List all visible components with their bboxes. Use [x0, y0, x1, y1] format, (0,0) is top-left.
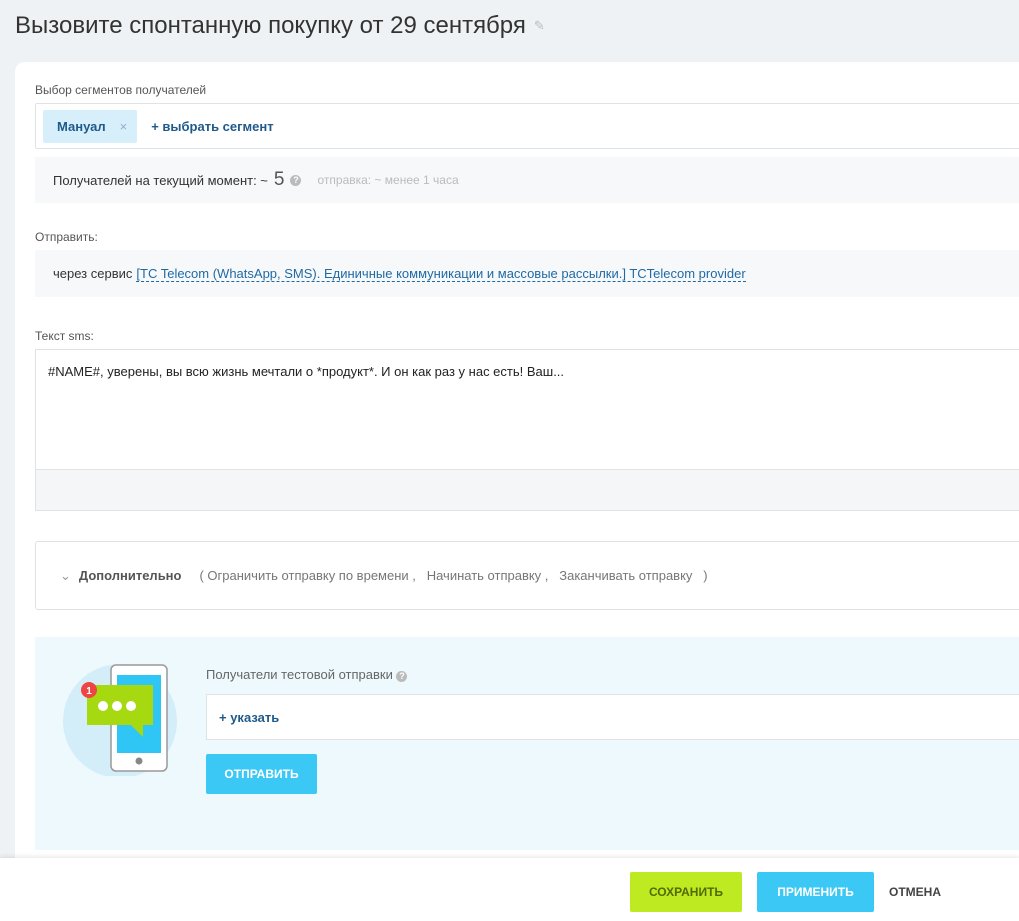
recipients-label: Получателей на текущий момент: ~	[53, 172, 268, 188]
form-card: Выбор сегментов получателей Мануал × + вы…	[15, 62, 1019, 862]
footer-bar: СОХРАНИТЬ ПРИМЕНИТЬ ОТМЕНА	[0, 858, 1019, 921]
sending-time: отправка: ~ менее 1 часа	[317, 173, 459, 187]
additional-section[interactable]: ⌄ Дополнительно ( Ограничить отправку по…	[35, 541, 1019, 610]
phone-message-icon: 1	[63, 664, 177, 776]
apply-button[interactable]: ПРИМЕНИТЬ	[757, 872, 874, 912]
test-send-panel: 1 Получатели тестовой отправки ? + указа…	[35, 637, 1019, 850]
remove-icon[interactable]: ×	[120, 119, 128, 134]
additional-options: ( Ограничить отправку по времени , Начин…	[199, 568, 708, 583]
service-bar: через сервис [TC Telecom (WhatsApp, SMS)…	[35, 250, 1019, 297]
help-icon[interactable]: ?	[290, 174, 302, 186]
test-recipients-field[interactable]: + указать	[206, 694, 1019, 740]
sms-editor-footer	[36, 470, 1019, 510]
recipients-bar: Получателей на текущий момент: ~ 5 ? отп…	[35, 157, 1019, 203]
add-segment-link[interactable]: + выбрать сегмент	[151, 119, 273, 134]
segments-label: Выбор сегментов получателей	[35, 83, 207, 97]
save-button[interactable]: СОХРАНИТЬ	[630, 872, 742, 912]
sms-label: Текст sms:	[35, 329, 94, 343]
additional-title: Дополнительно	[78, 568, 182, 583]
service-link[interactable]: [TC Telecom (WhatsApp, SMS). Единичные к…	[136, 266, 746, 282]
recipients-count: 5	[273, 169, 285, 190]
edit-pencil-icon[interactable]: ✎	[534, 18, 545, 34]
segments-field[interactable]: Мануал × + выбрать сегмент	[35, 103, 1019, 149]
notification-badge: 1	[86, 686, 92, 697]
chevron-down-icon: ⌄	[60, 567, 71, 583]
add-recipient-link[interactable]: + указать	[219, 710, 279, 725]
help-icon[interactable]: ?	[396, 671, 408, 682]
via-label: через сервис	[53, 266, 133, 281]
test-recipients-label: Получатели тестовой отправки ?	[206, 667, 408, 682]
title-text: Вызовите спонтанную покупку от 29 сентяб…	[15, 12, 526, 39]
page-title: Вызовите спонтанную покупку от 29 сентяб…	[15, 12, 545, 40]
send-test-button[interactable]: ОТПРАВИТЬ	[206, 754, 317, 794]
send-label: Отправить:	[35, 230, 98, 244]
segment-chip: Мануал ×	[43, 109, 138, 143]
sms-text[interactable]: #NAME#, уверены, вы всю жизнь мечтали о …	[36, 350, 1019, 470]
test-label-text: Получатели тестовой отправки	[206, 667, 393, 682]
cancel-button[interactable]: ОТМЕНА	[880, 872, 950, 912]
sms-editor[interactable]: #NAME#, уверены, вы всю жизнь мечтали о …	[35, 349, 1019, 511]
chip-label: Мануал	[57, 118, 106, 134]
